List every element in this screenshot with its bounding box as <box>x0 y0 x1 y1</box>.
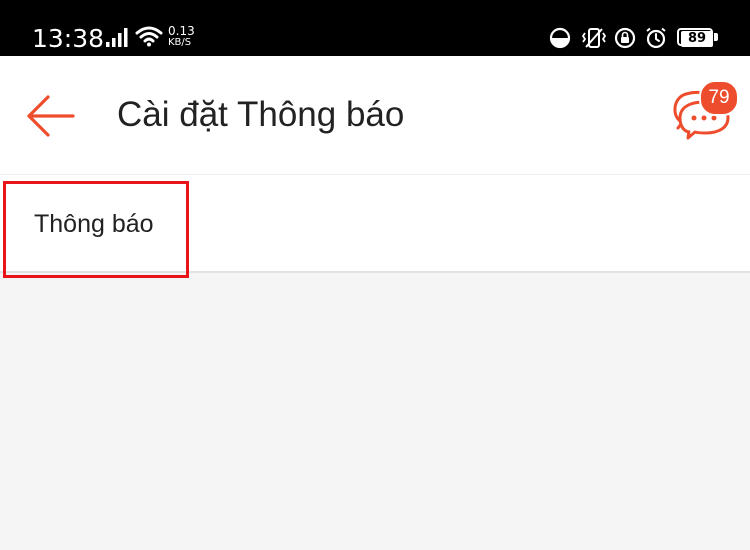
vibrate-icon <box>581 28 607 48</box>
page-title: Cài đặt Thông báo <box>117 95 405 134</box>
battery-tip <box>714 33 718 41</box>
screen: 13:38 0.13 KB/S 89 Cài đặt Thông báo 79 … <box>0 0 750 550</box>
status-bar: 13:38 0.13 KB/S 89 <box>0 0 750 56</box>
wifi-icon <box>135 26 163 47</box>
battery-body: 89 <box>677 28 713 47</box>
status-time: 13:38 <box>32 24 105 53</box>
settings-item-notifications[interactable]: Thông báo <box>0 175 750 273</box>
battery-icon: 89 <box>677 28 719 48</box>
chat-unread-badge: 79 <box>699 80 739 116</box>
header-bar: Cài đặt Thông báo <box>0 56 750 175</box>
battery-level: 89 <box>681 31 713 47</box>
network-speed-unit: KB/S <box>168 37 192 48</box>
signal-icon <box>106 28 128 47</box>
network-speed-value: 0.13 <box>168 24 195 38</box>
settings-item-label: Thông báo <box>34 210 154 238</box>
alarm-icon <box>646 27 666 49</box>
back-button[interactable] <box>20 86 80 146</box>
network-speed: 0.13 KB/S <box>168 25 202 48</box>
data-saver-icon <box>549 27 571 49</box>
lock-rotation-icon <box>614 27 636 49</box>
arrow-left-icon <box>27 95 75 137</box>
